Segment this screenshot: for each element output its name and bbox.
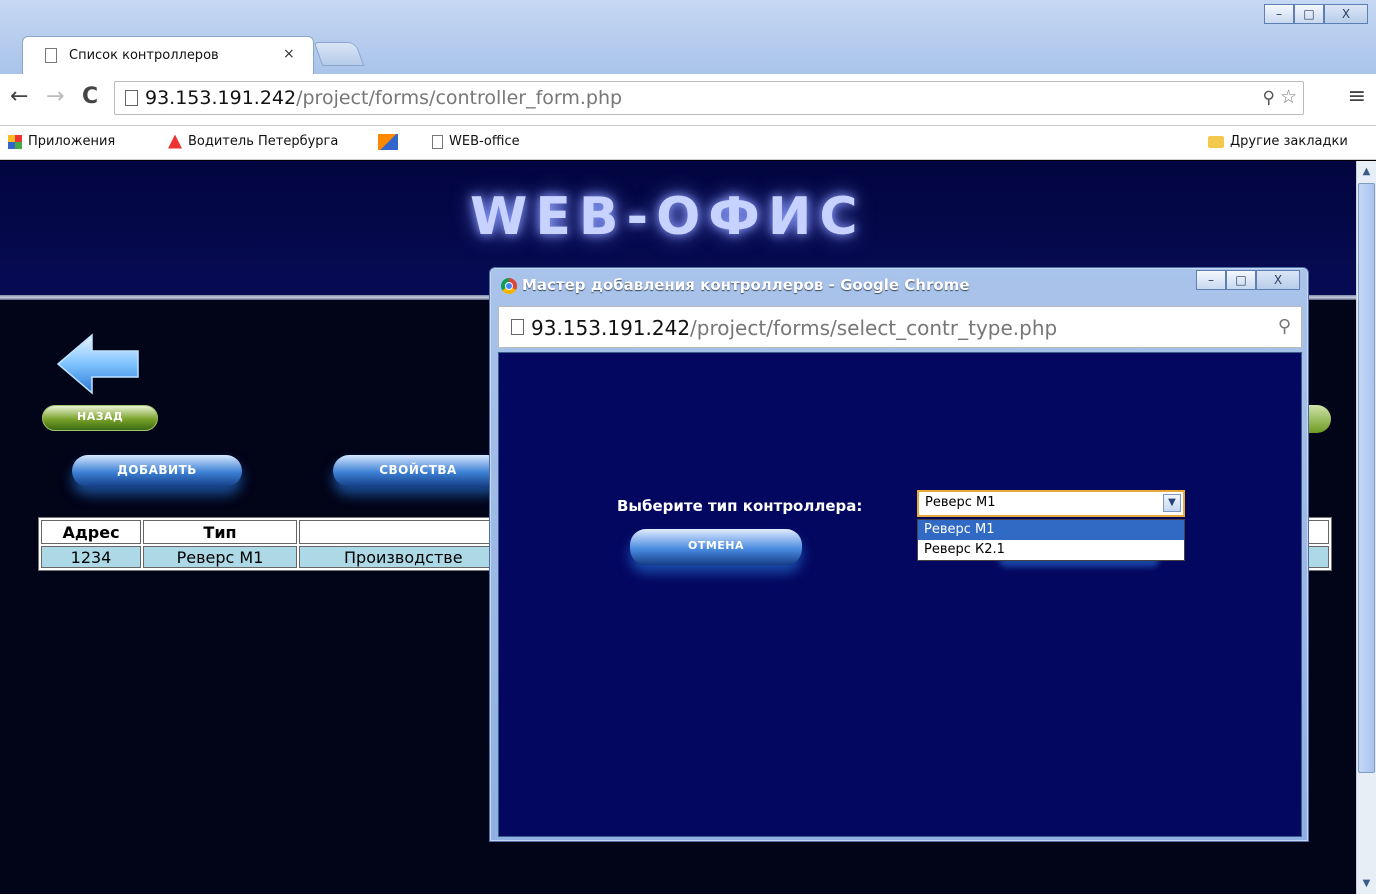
page-icon (45, 48, 57, 63)
folder-icon (1208, 135, 1224, 148)
forward-arrow-icon[interactable]: → (46, 84, 64, 109)
option-reverse-m1[interactable]: Реверс М1 (918, 520, 1184, 540)
tab-title: Список контроллеров (69, 48, 219, 63)
page-icon (432, 134, 443, 149)
zoom-icon[interactable]: ⚲ (1278, 316, 1291, 337)
page-icon (511, 319, 524, 335)
scroll-up-icon[interactable]: ▲ (1358, 163, 1375, 180)
back-arrow-icon[interactable]: ← (10, 84, 28, 109)
popup-url[interactable]: 93.153.191.242/project/forms/select_cont… (531, 316, 1057, 340)
url-host: 93.153.191.242 (531, 316, 691, 340)
bookmark-chart[interactable] (378, 134, 404, 150)
warning-sign-icon (168, 134, 182, 149)
bookmark-label: Приложения (28, 134, 116, 149)
select-value: Реверс М1 (925, 495, 996, 510)
table-cell-address: 1234 (41, 546, 141, 568)
page-scrollbar[interactable]: ▲ ▼ (1356, 161, 1376, 894)
chart-icon (378, 134, 398, 150)
bookmark-label: WEB-office (449, 134, 520, 149)
popup-titlebar[interactable]: Мастер добавления контроллеров - Google … (490, 268, 1308, 302)
properties-button[interactable]: СВОЙСТВА (333, 455, 503, 487)
controller-wizard-window: Мастер добавления контроллеров - Google … (489, 267, 1309, 842)
tab-close-icon[interactable]: × (283, 46, 295, 62)
url-path: /project/forms/controller_form.php (296, 87, 623, 109)
bookmark-apps[interactable]: Приложения (8, 134, 115, 149)
other-bookmarks-label: Другие закладки (1230, 134, 1348, 149)
scroll-down-icon[interactable]: ▼ (1358, 875, 1375, 892)
close-window-button[interactable]: X (1256, 270, 1300, 290)
controller-type-dropdown: Реверс М1 Реверс К2.1 (917, 519, 1185, 561)
table-cell-type: Реверс М1 (143, 546, 297, 568)
minimize-button[interactable]: – (1196, 270, 1226, 290)
maximize-button[interactable]: □ (1226, 270, 1256, 290)
bookmarks-bar: Приложения Водитель Петербурга WEB-offic… (0, 126, 1376, 160)
maximize-button[interactable]: □ (1294, 4, 1324, 24)
browser-toolbar: ← → C 93.153.191.242/project/forms/contr… (0, 74, 1376, 126)
page-icon (125, 90, 138, 106)
back-button[interactable]: НАЗАД (42, 405, 158, 431)
chrome-icon (501, 278, 517, 294)
web-office-logo: WEB-ОФИС (470, 187, 866, 247)
reload-icon[interactable]: C (82, 84, 98, 109)
popup-title: Мастер добавления контроллеров - Google … (522, 276, 970, 294)
cancel-button[interactable]: ОТМЕНА (630, 529, 802, 565)
controller-type-select[interactable]: Реверс М1 ▼ (917, 490, 1185, 517)
bookmark-voditel[interactable]: Водитель Петербурга (168, 134, 338, 149)
window-controls: – □ X (1264, 4, 1368, 24)
tab-controller-list[interactable]: Список контроллеров × (22, 36, 314, 74)
bookmark-web-office[interactable]: WEB-office (432, 134, 520, 149)
back-arrow-icon[interactable] (56, 333, 140, 395)
popup-address-bar[interactable]: 93.153.191.242/project/forms/select_cont… (498, 306, 1302, 348)
browser-tab-strip: – □ X Список контроллеров × (0, 0, 1376, 75)
other-bookmarks[interactable]: Другие закладки (1208, 134, 1348, 149)
chevron-down-icon[interactable]: ▼ (1163, 494, 1181, 512)
url-path: /project/forms/select_contr_type.php (690, 316, 1058, 340)
new-tab-button[interactable] (313, 42, 365, 66)
popup-content: Выберите тип контроллера: Реверс М1 ▼ ОТ… (498, 352, 1302, 837)
menu-icon[interactable]: ≡ (1348, 84, 1366, 109)
close-window-button[interactable]: X (1324, 4, 1368, 24)
apps-icon (8, 134, 22, 149)
url-host: 93.153.191.242 (145, 87, 297, 109)
address-bar[interactable]: 93.153.191.242/project/forms/controller_… (114, 81, 1304, 115)
bookmark-label: Водитель Петербурга (188, 134, 339, 149)
popup-window-controls: – □ X (1196, 270, 1300, 290)
bookmark-star-icon[interactable]: ☆ (1280, 86, 1297, 108)
zoom-icon[interactable]: ⚲ (1263, 88, 1275, 108)
scrollbar-thumb[interactable] (1358, 183, 1375, 773)
option-reverse-k2-1[interactable]: Реверс К2.1 (918, 540, 1184, 560)
minimize-button[interactable]: – (1264, 4, 1294, 24)
column-header-type: Тип (143, 520, 297, 544)
address-bar-url[interactable]: 93.153.191.242/project/forms/controller_… (145, 87, 622, 109)
column-header-address: Адрес (41, 520, 141, 544)
controller-type-label: Выберите тип контроллера: (617, 497, 863, 515)
add-button[interactable]: ДОБАВИТЬ (72, 455, 242, 487)
